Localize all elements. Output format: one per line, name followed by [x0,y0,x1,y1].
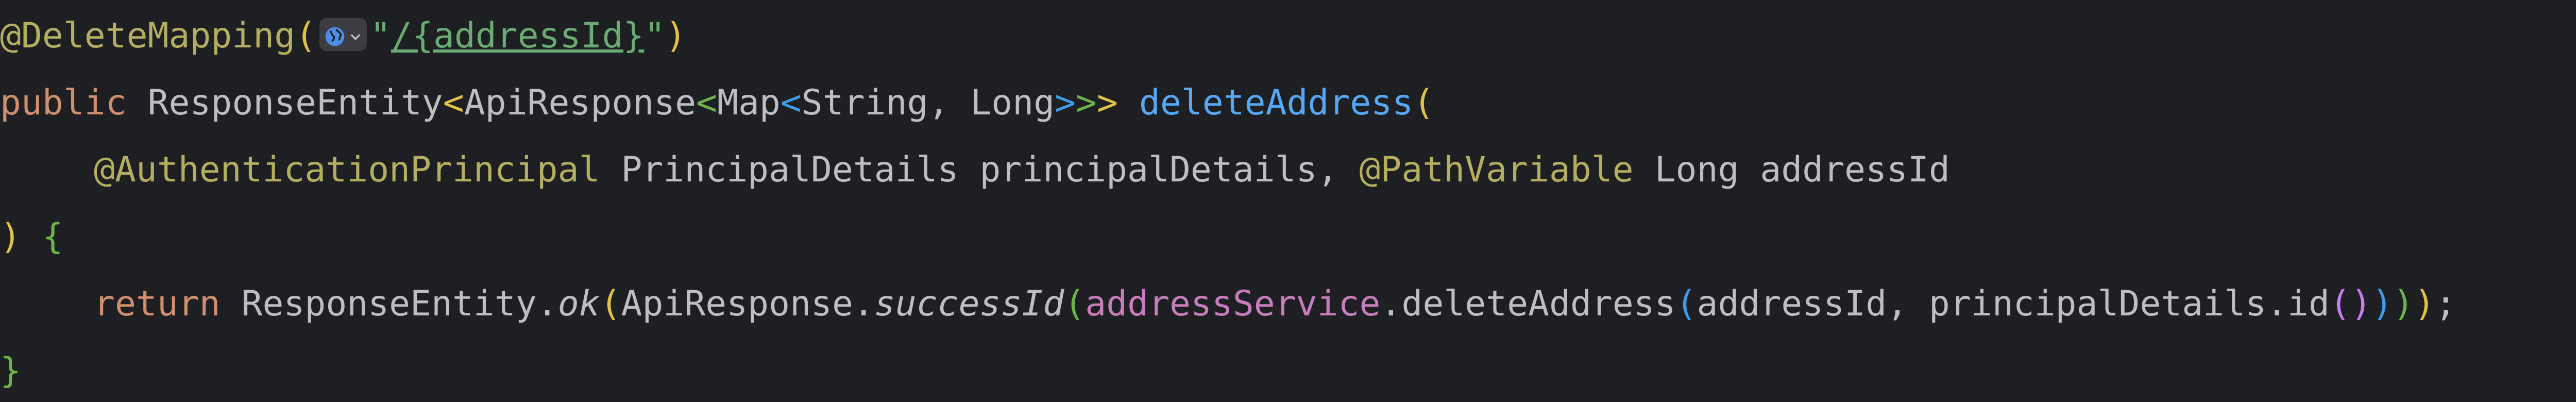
paren-close-2: ) [2393,283,2414,324]
comma: , [928,82,971,123]
paren-close-3: ) [2371,283,2393,324]
paren-open: ( [1413,82,1435,123]
angle-open-2: < [696,82,717,123]
globe-icon [325,27,345,46]
angle-close-2: > [1076,82,1097,123]
code-line-1: @DeleteMapping( "/{addressId}") [0,3,686,70]
type-response-entity[interactable]: ResponseEntity [148,82,443,123]
paren-close-4: ) [2350,283,2372,324]
paren-close: ) [0,216,21,257]
method-delete-address[interactable]: deleteAddress [1401,283,1675,324]
paren-open-4: ( [2329,283,2351,324]
field-address-service[interactable]: addressService [1085,283,1380,324]
type-long[interactable]: Long [1655,149,1739,190]
keyword-public: public [0,82,127,123]
angle-open-3: < [780,82,802,123]
code-line-5: return ResponseEntity.ok(ApiResponse.suc… [94,271,2456,338]
type-long[interactable]: Long [970,82,1055,123]
brace-close: } [0,350,21,391]
comma: , [1317,149,1360,190]
dot: . [853,283,874,324]
angle-close-3: > [1055,82,1076,123]
type-principal-details[interactable]: PrincipalDetails [621,149,959,190]
type-api-response[interactable]: ApiResponse [464,82,696,123]
code-line-4: ) { [0,204,63,271]
method-ok[interactable]: ok [558,283,600,324]
paren-open-1: ( [600,283,621,324]
dot: . [2266,283,2287,324]
param-address-id: addressId [1760,149,1950,190]
comma: , [1887,283,1929,324]
delete-mapping-annotation: @DeleteMapping [0,15,296,56]
angle-close-1: > [1096,82,1118,123]
paren-close: ) [665,15,687,56]
paren-open-3: ( [1675,283,1697,324]
endpoint-inlay-button[interactable] [319,18,367,52]
quote-close: " [644,15,666,56]
mapping-path-link[interactable]: /{addressId} [391,15,644,56]
method-success-id[interactable]: successId [874,283,1064,324]
class-response-entity[interactable]: ResponseEntity [242,283,537,324]
method-name-delete-address[interactable]: deleteAddress [1139,82,1413,123]
quote-open: " [370,15,392,56]
paren-open-2: ( [1064,283,1086,324]
brace-open: { [42,216,63,257]
keyword-return: return [94,283,221,324]
class-api-response[interactable]: ApiResponse [621,283,853,324]
paren-open: ( [295,15,317,56]
arg-principal-details: principalDetails [1928,283,2266,324]
code-line-3: @AuthenticationPrincipal PrincipalDetail… [94,137,1950,204]
method-id[interactable]: id [2287,283,2330,324]
semicolon: ; [2435,283,2456,324]
angle-open-1: < [443,82,464,123]
code-line-2: public ResponseEntity<ApiResponse<Map<St… [0,70,1434,137]
authentication-principal-annotation: @AuthenticationPrincipal [94,149,600,190]
dot: . [536,283,558,324]
dot: . [1380,283,1402,324]
type-string[interactable]: String [802,82,928,123]
chevron-down-icon [350,34,361,41]
code-editor[interactable]: @DeleteMapping("/{addressId}") public Re… [0,0,2576,402]
paren-close-1: ) [2414,283,2435,324]
param-principal-details: principalDetails [979,149,1317,190]
type-map[interactable]: Map [717,82,781,123]
path-variable-annotation: @PathVariable [1359,149,1634,190]
code-line-6: } [0,338,21,402]
arg-address-id: addressId [1697,283,1887,324]
